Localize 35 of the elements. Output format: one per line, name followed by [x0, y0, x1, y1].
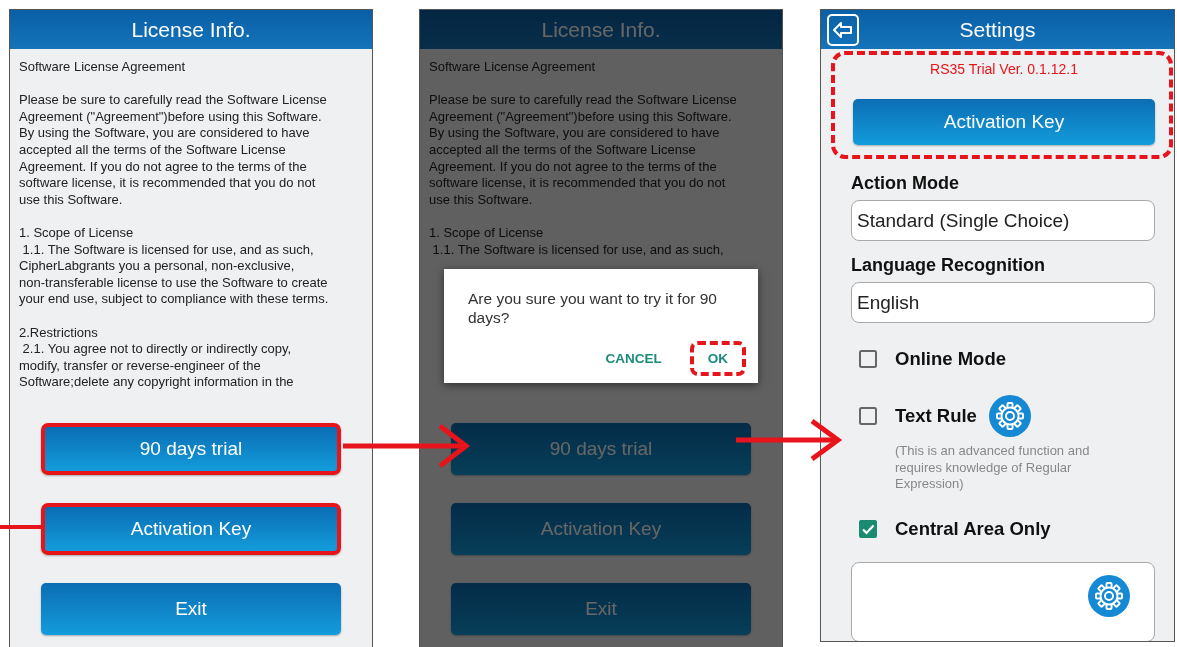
checkbox[interactable]	[859, 407, 877, 425]
screen-title: License Info.	[131, 17, 251, 42]
dialog-button[interactable]: OK	[689, 341, 746, 376]
back-icon[interactable]	[827, 14, 859, 46]
action-button[interactable]: Exit	[451, 583, 751, 635]
checkbox[interactable]	[859, 519, 877, 538]
gear-icon[interactable]	[1088, 574, 1130, 617]
action-button[interactable]: Activation Key	[41, 503, 341, 555]
select-field[interactable]: Standard (Single Choice)	[851, 200, 1155, 241]
license-text: Please be sure to carefully read the Software License Agreement ("Agreement")before using this Software. By using the Software, you are considered to have accepted all the terms of the Software License Agreement. If you do not agree to the terms of the software license, it is recommended that you do not use this Software.	[429, 92, 738, 209]
license-text: 1. Scope of License 1.1. The Software is licensed for use, and as such, CipherLabgrants you a personal, non-exclusive, non-transferable license to use the Software to create your end use, subject to compliance with these terms.	[19, 224, 330, 308]
dialog-message: Are you sure you want to try it for 90 days?	[468, 289, 718, 327]
checkbox[interactable]	[859, 350, 877, 368]
license-text: 2.Restrictions 2.1. You agree not to directly or indirectly copy, modify, transfer or reverse-engineer of the Software;delete any copyright information in the	[19, 324, 295, 391]
option-note: (This is an advanced function and requires knowledge of Regular Expression)	[895, 443, 1091, 493]
option-label: Online Mode	[895, 348, 1006, 370]
action-button[interactable]: Exit	[41, 583, 341, 635]
dialog-button[interactable]: CANCEL	[595, 341, 672, 376]
license-text: Please be sure to carefully read the Software License Agreement ("Agreement")before using this Software. By using the Software, you are considered to have accepted all the terms of the Software License Agreement. If you do not agree to the terms of the software license, it is recommended that you do not use this Software.	[19, 92, 328, 209]
version-label: RS35 Trial Ver. 0.1.12.1	[930, 61, 1078, 77]
select-field[interactable]: English	[851, 282, 1155, 323]
activation-button[interactable]: Activation Key	[853, 99, 1155, 145]
action-button[interactable]: Activation Key	[451, 503, 751, 555]
gear-icon[interactable]	[988, 395, 1031, 437]
screen-title: Settings	[959, 17, 1036, 42]
action-button[interactable]: 90 days trial	[451, 423, 751, 475]
license-text: Software License Agreement	[429, 59, 597, 76]
license-text: Software License Agreement	[19, 59, 187, 76]
option-label: Text Rule	[895, 405, 977, 427]
screen-title: License Info.	[541, 17, 661, 42]
license-text: 1. Scope of License 1.1. The Software is licensed for use, and as such,	[429, 224, 725, 259]
field-label: Language Recognition	[851, 255, 1046, 276]
action-button[interactable]: 90 days trial	[41, 423, 341, 475]
field-label: Action Mode	[851, 173, 960, 194]
option-label: Central Area Only	[895, 517, 1051, 540]
